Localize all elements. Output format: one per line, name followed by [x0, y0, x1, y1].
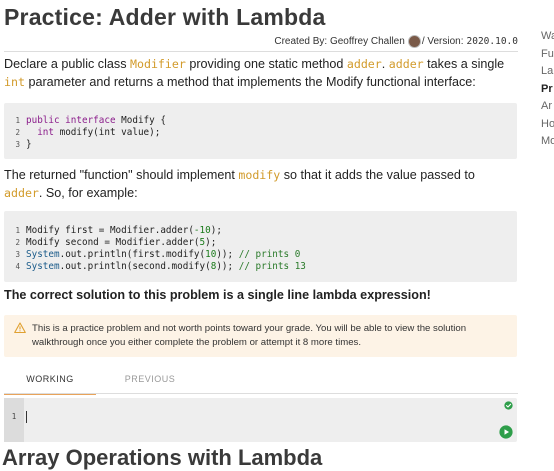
- author-text: Created By: Geoffrey Challen: [274, 36, 405, 47]
- line-number: 1: [15, 226, 20, 235]
- inline-code: adder: [4, 186, 39, 200]
- intro-text: takes a single: [423, 57, 505, 71]
- code-line: 3}: [4, 139, 517, 151]
- next-section-heading: Array Operations with Lambda: [2, 445, 323, 470]
- toc-sidebar: Wa Fu La Pr Ar Ho Mo: [541, 28, 554, 151]
- code-text: Modify first = Modifier.adder(: [26, 225, 194, 236]
- line-number: 2: [15, 238, 20, 247]
- practice-warning: This is a practice problem and not worth…: [4, 315, 517, 357]
- editor-tabs: WORKING PREVIOUS: [4, 366, 518, 395]
- code-line: 4 System .out.println(second.modify(8)); /…: [4, 261, 517, 273]
- tab-previous[interactable]: PREVIOUS: [114, 366, 186, 393]
- code-text: modify(int value);: [54, 127, 161, 138]
- code-text: ));: [216, 261, 239, 272]
- divider: [4, 51, 518, 52]
- code-class: System: [26, 249, 60, 260]
- intro-paragraph: Declare a public class Modifier providin…: [4, 55, 518, 91]
- code-comment: // prints 13: [238, 261, 306, 272]
- para-text: The returned "function" should implement: [4, 168, 239, 182]
- tab-working[interactable]: WORKING: [4, 366, 96, 395]
- code-text: .out.println(second.modify(: [59, 261, 211, 272]
- toc-item-active[interactable]: Pr: [541, 81, 554, 99]
- code-line: 2 int modify(int value);: [4, 127, 517, 139]
- para-text: so that it adds the value passed to: [280, 168, 475, 182]
- code-comment: // prints 0: [238, 249, 301, 260]
- warning-icon: [14, 322, 26, 334]
- run-button-icon[interactable]: [499, 425, 513, 439]
- page-title: Practice: Adder with Lambda: [4, 4, 326, 30]
- line-number: 4: [15, 262, 20, 271]
- toc-item[interactable]: La: [541, 63, 554, 81]
- intro-text: .: [381, 57, 389, 71]
- toc-item[interactable]: Fu: [541, 46, 554, 64]
- code-number: -10: [193, 225, 211, 236]
- inline-code: Modifier: [130, 57, 186, 71]
- byline: Created By: Geoffrey Challen / Version: …: [274, 35, 518, 48]
- code-class: System: [26, 261, 60, 272]
- code-text: Modify second = Modifier.adder(: [26, 237, 200, 248]
- code-text: }: [26, 139, 32, 150]
- code-number: 10: [205, 249, 217, 260]
- toc-item[interactable]: Ho: [541, 116, 554, 134]
- code-keyword: int: [26, 127, 54, 138]
- example-code-block[interactable]: 1 Modify first = Modifier.adder(-10); 2 Mo…: [4, 211, 517, 282]
- text-cursor: [26, 411, 27, 423]
- tab-divider: [4, 393, 518, 394]
- main-content: Practice: Adder with Lambda Created By: …: [4, 0, 518, 442]
- code-text: ));: [216, 249, 239, 260]
- inline-code: int: [4, 75, 25, 89]
- warning-text: This is a practice problem and not worth…: [32, 323, 467, 348]
- intro-text: providing one static method: [185, 57, 347, 71]
- code-line: 1 public interface Modify {: [4, 115, 517, 127]
- version-label: / Version:: [421, 36, 464, 47]
- line-number: 1: [15, 116, 20, 125]
- para-text: . So, for example:: [38, 186, 138, 200]
- code-text: Modify {: [115, 115, 166, 126]
- toc-item[interactable]: Mo: [541, 133, 554, 151]
- intro-text: Declare a public class: [4, 57, 130, 71]
- intro-text: parameter and returns a method that impl…: [24, 75, 476, 89]
- code-text: );: [205, 237, 217, 248]
- version-number: 2020.10.0: [466, 36, 518, 47]
- inline-code: modify: [238, 168, 281, 182]
- line-number: 1: [11, 412, 17, 421]
- code-line: 3 System .out.println(first.modify(10)); /…: [4, 249, 517, 261]
- code-line: 2 Modify second = Modifier.adder(5);: [4, 237, 517, 249]
- code-text: );: [210, 225, 222, 236]
- return-paragraph: The returned "function" should implement…: [4, 166, 518, 202]
- toc-item[interactable]: Ar: [541, 98, 554, 116]
- line-number: 3: [15, 250, 20, 259]
- code-line: 1 Modify first = Modifier.adder(-10);: [4, 225, 517, 237]
- editor-gutter: 1: [4, 398, 24, 442]
- code-keyword: public interface: [26, 115, 116, 126]
- toc-item[interactable]: Wa: [541, 28, 554, 46]
- check-circle-icon: [504, 401, 513, 410]
- line-number: 3: [15, 140, 20, 149]
- author-avatar: [407, 35, 421, 48]
- code-text: .out.println(first.modify(: [59, 249, 206, 260]
- inline-code: adder: [388, 57, 424, 71]
- code-editor[interactable]: 1: [4, 398, 517, 442]
- line-number: 2: [15, 128, 20, 137]
- inline-code: adder: [346, 57, 382, 71]
- interface-code-block[interactable]: 1 public interface Modify { 2 int modify(…: [4, 103, 517, 159]
- solution-note: The correct solution to this problem is …: [4, 288, 431, 302]
